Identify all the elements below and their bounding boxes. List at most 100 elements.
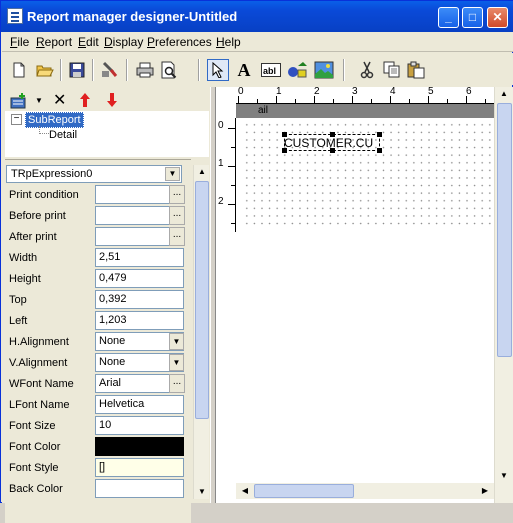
property-row: Height 0,479 xyxy=(5,269,191,290)
property-value[interactable]: 0,392 xyxy=(95,290,184,309)
page-setup-icon[interactable] xyxy=(99,59,121,81)
property-row: H.Alignment None ▼ xyxy=(5,332,191,353)
scroll-down-icon[interactable]: ▼ xyxy=(497,469,511,483)
property-value[interactable]: 1,203 xyxy=(95,311,184,330)
scroll-thumb[interactable] xyxy=(254,484,354,498)
scroll-down-icon[interactable]: ▼ xyxy=(195,485,209,499)
property-label: WFont Name xyxy=(9,378,74,390)
property-label: V.Alignment xyxy=(9,357,68,369)
property-label: Back Color xyxy=(9,483,63,495)
property-scrollbar[interactable]: ▲ ▼ xyxy=(193,165,209,499)
ruler-label: 2 xyxy=(218,196,224,207)
ellipsis-button[interactable]: ... xyxy=(169,374,185,393)
image-icon[interactable] xyxy=(313,59,335,81)
ellipsis-button[interactable]: ... xyxy=(169,227,185,246)
app-icon xyxy=(7,8,23,24)
design-hscroll[interactable]: ◀ ▶ xyxy=(236,483,494,499)
property-label: Font Size xyxy=(9,420,56,432)
svg-text:abl: abl xyxy=(263,66,276,76)
save-icon[interactable] xyxy=(66,59,88,81)
new-file-icon[interactable] xyxy=(8,59,30,81)
component-select[interactable]: TRpExpression0 ▼ xyxy=(6,165,182,183)
scroll-thumb[interactable] xyxy=(497,103,512,357)
menu-display[interactable]: Display xyxy=(104,35,143,49)
move-down-icon[interactable] xyxy=(106,92,118,111)
property-row: Font Color xyxy=(5,437,191,458)
horizontal-ruler: 0123456 xyxy=(236,86,513,104)
property-row: Left 1,203 xyxy=(5,311,191,332)
property-label: H.Alignment xyxy=(9,336,69,348)
open-folder-icon[interactable] xyxy=(34,59,56,81)
paste-icon[interactable] xyxy=(405,59,427,81)
title-bar[interactable]: Report manager designer-Untitled _ □ ✕ xyxy=(1,1,513,32)
left-panel: ▼ ✕ − SubReport Detail TRpExpression0 ▼ … xyxy=(2,87,210,523)
minimize-button[interactable]: _ xyxy=(438,7,459,28)
main-toolbar: A abl xyxy=(2,53,513,85)
property-label: Font Color xyxy=(9,441,61,453)
chevron-down-icon[interactable]: ▼ xyxy=(169,354,184,371)
property-value[interactable]: 10 xyxy=(95,416,184,435)
property-row: V.Alignment None ▼ xyxy=(5,353,191,374)
tree-item-detail[interactable]: Detail xyxy=(49,129,77,141)
menu-file[interactable]: File xyxy=(10,35,29,49)
property-label: LFont Name xyxy=(9,399,70,411)
close-button[interactable]: ✕ xyxy=(487,7,508,28)
expression-field-icon[interactable]: abl xyxy=(260,59,282,81)
chevron-down-icon[interactable]: ▼ xyxy=(165,167,180,181)
property-row: Font Size 10 xyxy=(5,416,191,437)
move-up-icon[interactable] xyxy=(79,92,91,111)
property-label: Top xyxy=(9,294,27,306)
chevron-down-icon[interactable]: ▼ xyxy=(169,333,184,350)
scroll-up-icon[interactable]: ▲ xyxy=(195,165,209,179)
property-label: Height xyxy=(9,273,41,285)
property-value[interactable]: 0,479 xyxy=(95,269,184,288)
add-section-icon[interactable] xyxy=(10,93,28,109)
ellipsis-button[interactable]: ... xyxy=(169,185,185,204)
property-row: Top 0,392 xyxy=(5,290,191,311)
tree-item-subreport[interactable]: SubReport xyxy=(25,112,84,128)
menu-report[interactable]: Report xyxy=(36,35,72,49)
menu-help[interactable]: Help xyxy=(216,35,241,49)
property-grid: Print condition... Before print... After p… xyxy=(5,185,191,523)
property-row: After print... xyxy=(5,227,191,248)
dropdown-arrow-icon[interactable]: ▼ xyxy=(35,96,43,105)
cut-icon[interactable] xyxy=(356,59,378,81)
property-row: Width 2,51 xyxy=(5,248,191,269)
ellipsis-button[interactable]: ... xyxy=(169,206,185,225)
scroll-thumb[interactable] xyxy=(195,181,209,419)
property-value[interactable]: 2,51 xyxy=(95,248,184,267)
maximize-button[interactable]: □ xyxy=(462,7,483,28)
menu-bar: File Report Edit Display Preferences Hel… xyxy=(2,32,513,52)
property-value[interactable]: Helvetica xyxy=(95,395,184,414)
menu-preferences[interactable]: Preferences xyxy=(147,35,212,49)
scroll-up-icon[interactable]: ▲ xyxy=(497,87,511,101)
property-value[interactable] xyxy=(95,437,184,456)
property-value[interactable] xyxy=(95,479,184,498)
select-arrow-icon[interactable] xyxy=(207,59,229,81)
print-icon[interactable] xyxy=(134,59,156,81)
menu-edit[interactable]: Edit xyxy=(78,35,99,49)
property-row: WFont Name Arial... xyxy=(5,374,191,395)
scroll-right-icon[interactable]: ▶ xyxy=(478,484,492,498)
design-vscroll[interactable]: ▲ ▼ xyxy=(494,87,513,503)
property-value[interactable]: [] xyxy=(95,458,184,477)
property-row: LFont Name Helvetica xyxy=(5,395,191,416)
tree-expander[interactable]: − xyxy=(11,114,22,125)
print-preview-icon[interactable] xyxy=(158,59,180,81)
section-header[interactable]: ail xyxy=(236,104,494,118)
property-label: After print xyxy=(9,231,57,243)
ruler-label: 1 xyxy=(218,158,224,169)
text-label-icon[interactable]: A xyxy=(233,59,255,81)
property-label: Before print xyxy=(9,210,66,222)
expression-element[interactable]: CUSTOMER.CU xyxy=(282,132,382,153)
delete-icon[interactable]: ✕ xyxy=(53,93,66,109)
window-title: Report manager designer-Untitled xyxy=(27,9,238,24)
property-label: Left xyxy=(9,315,28,327)
property-row: Before print... xyxy=(5,206,191,227)
ruler-label: 0 xyxy=(218,120,224,131)
property-row: Font Style [] xyxy=(5,458,191,479)
scroll-left-icon[interactable]: ◀ xyxy=(238,484,252,498)
shape-icon[interactable] xyxy=(286,59,308,81)
property-row: Back Color xyxy=(5,479,191,500)
copy-icon[interactable] xyxy=(381,59,403,81)
